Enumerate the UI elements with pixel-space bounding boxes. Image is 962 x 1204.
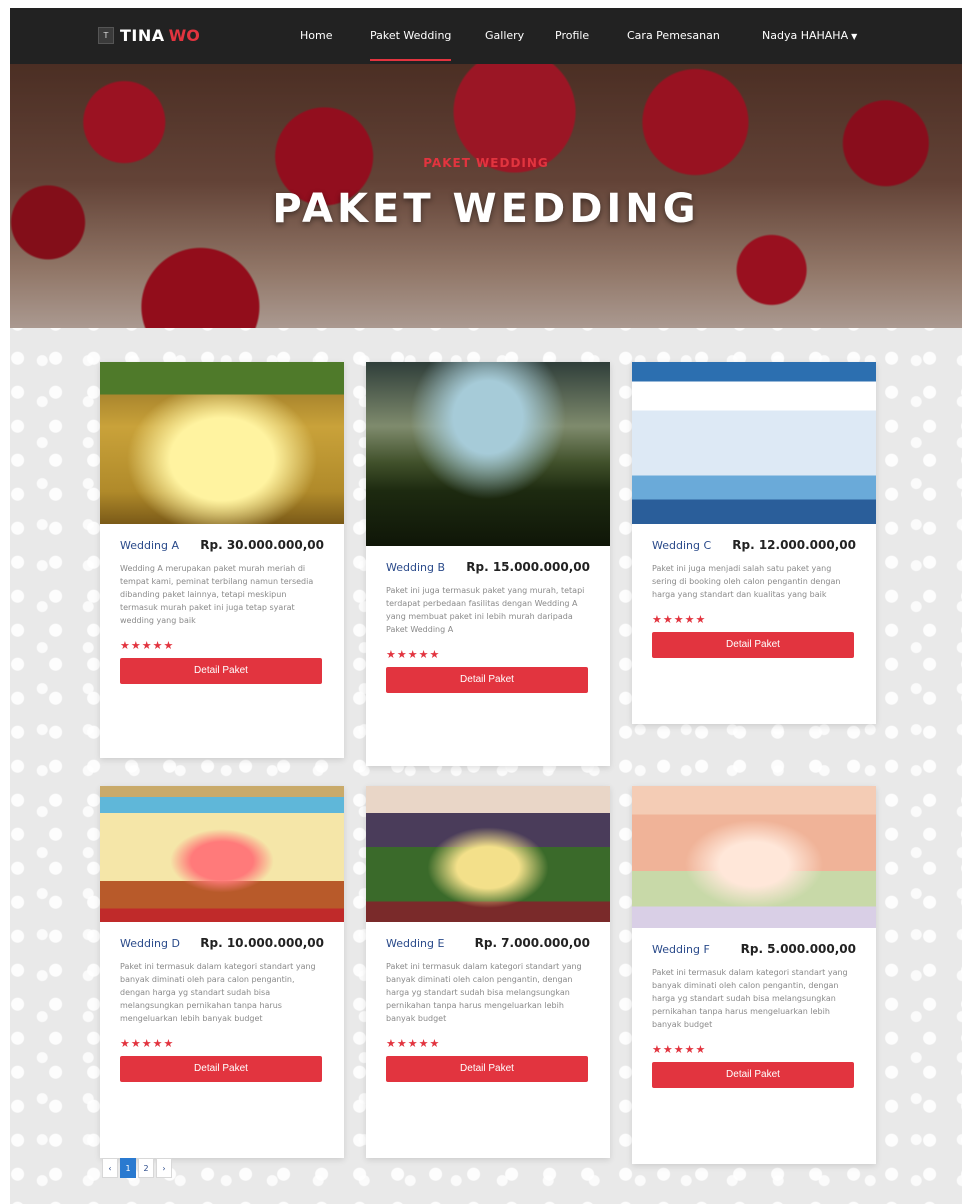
- package-image: [100, 362, 344, 524]
- rating-stars: ★★★★★: [120, 639, 175, 652]
- card-body: Wedding E Rp. 7.000.000,00 Paket ini ter…: [366, 922, 610, 1082]
- nav-links: Home Paket Wedding Gallery Profile Cara …: [10, 8, 962, 64]
- card-header: Wedding C Rp. 12.000.000,00: [652, 538, 856, 552]
- detail-paket-button[interactable]: Detail Paket: [386, 1056, 588, 1082]
- page-frame: T TINA WO Home Paket Wedding Gallery Pro…: [10, 8, 962, 1204]
- detail-paket-button[interactable]: Detail Paket: [120, 1056, 322, 1082]
- package-name: Wedding B: [386, 561, 446, 574]
- package-card: Wedding A Rp. 30.000.000,00 Wedding A me…: [100, 362, 344, 758]
- detail-paket-button[interactable]: Detail Paket: [386, 667, 588, 693]
- nav-cara-pemesanan[interactable]: Cara Pemesanan: [627, 29, 720, 42]
- rating-stars: ★★★★★: [386, 1037, 441, 1050]
- package-image: [366, 362, 610, 546]
- package-description: Paket ini juga menjadi salah satu paket …: [652, 564, 841, 599]
- package-name: Wedding E: [386, 937, 445, 950]
- package-name: Wedding C: [652, 539, 712, 552]
- package-description: Paket ini termasuk dalam kategori standa…: [120, 962, 316, 1023]
- card-body: Wedding F Rp. 5.000.000,00 Paket ini ter…: [632, 928, 876, 1088]
- nav-paket-wedding[interactable]: Paket Wedding: [370, 29, 452, 61]
- user-name: Nadya HAHAHA: [762, 29, 849, 42]
- package-price: Rp. 30.000.000,00: [200, 538, 324, 552]
- package-image: [100, 786, 344, 922]
- pagination-next[interactable]: ›: [156, 1158, 172, 1178]
- nav-gallery[interactable]: Gallery: [485, 29, 524, 42]
- card-body: Wedding B Rp. 15.000.000,00 Paket ini ju…: [366, 546, 610, 693]
- package-description: Paket ini termasuk dalam kategori standa…: [386, 962, 582, 1023]
- card-body: Wedding A Rp. 30.000.000,00 Wedding A me…: [100, 524, 344, 684]
- hero-subtitle: PAKET WEDDING: [423, 156, 549, 170]
- package-name: Wedding D: [120, 937, 180, 950]
- card-header: Wedding F Rp. 5.000.000,00: [652, 942, 856, 956]
- detail-paket-button[interactable]: Detail Paket: [652, 632, 854, 658]
- package-card: Wedding E Rp. 7.000.000,00 Paket ini ter…: [366, 786, 610, 1158]
- rating-stars: ★★★★★: [386, 648, 441, 661]
- package-card: Wedding B Rp. 15.000.000,00 Paket ini ju…: [366, 362, 610, 766]
- rating-stars: ★★★★★: [120, 1037, 175, 1050]
- detail-paket-button[interactable]: Detail Paket: [652, 1062, 854, 1088]
- nav-home[interactable]: Home: [300, 29, 332, 42]
- nav-user-menu[interactable]: Nadya HAHAHA ▼: [762, 29, 857, 42]
- card-header: Wedding A Rp. 30.000.000,00: [120, 538, 324, 552]
- package-price: Rp. 7.000.000,00: [474, 936, 590, 950]
- package-name: Wedding F: [652, 943, 710, 956]
- hero-banner: PAKET WEDDING PAKET WEDDING: [10, 64, 962, 328]
- package-description: Paket ini termasuk dalam kategori standa…: [652, 968, 848, 1029]
- rating-stars: ★★★★★: [652, 1043, 707, 1056]
- rating-stars: ★★★★★: [652, 613, 707, 626]
- pagination-page-2[interactable]: 2: [138, 1158, 154, 1178]
- package-image: [366, 786, 610, 922]
- package-price: Rp. 10.000.000,00: [200, 936, 324, 950]
- package-image: [632, 362, 876, 524]
- detail-paket-button[interactable]: Detail Paket: [120, 658, 322, 684]
- hero-title: PAKET WEDDING: [272, 186, 700, 232]
- package-description: Wedding A merupakan paket murah meriah d…: [120, 564, 314, 625]
- pagination: ‹ 1 2 ›: [102, 1158, 174, 1178]
- pagination-page-1[interactable]: 1: [120, 1158, 136, 1178]
- caret-down-icon: ▼: [851, 32, 858, 41]
- card-header: Wedding D Rp. 10.000.000,00: [120, 936, 324, 950]
- nav-profile[interactable]: Profile: [555, 29, 589, 42]
- package-name: Wedding A: [120, 539, 179, 552]
- package-description: Paket ini juga termasuk paket yang murah…: [386, 586, 585, 634]
- package-card: Wedding F Rp. 5.000.000,00 Paket ini ter…: [632, 786, 876, 1164]
- package-price: Rp. 15.000.000,00: [466, 560, 590, 574]
- package-price: Rp. 5.000.000,00: [740, 942, 856, 956]
- card-body: Wedding D Rp. 10.000.000,00 Paket ini te…: [100, 922, 344, 1082]
- card-header: Wedding E Rp. 7.000.000,00: [386, 936, 590, 950]
- navbar: T TINA WO Home Paket Wedding Gallery Pro…: [10, 8, 962, 64]
- package-price: Rp. 12.000.000,00: [732, 538, 856, 552]
- card-header: Wedding B Rp. 15.000.000,00: [386, 560, 590, 574]
- package-card: Wedding C Rp. 12.000.000,00 Paket ini ju…: [632, 362, 876, 724]
- pagination-prev[interactable]: ‹: [102, 1158, 118, 1178]
- package-card: Wedding D Rp. 10.000.000,00 Paket ini te…: [100, 786, 344, 1158]
- package-image: [632, 786, 876, 928]
- card-body: Wedding C Rp. 12.000.000,00 Paket ini ju…: [632, 524, 876, 658]
